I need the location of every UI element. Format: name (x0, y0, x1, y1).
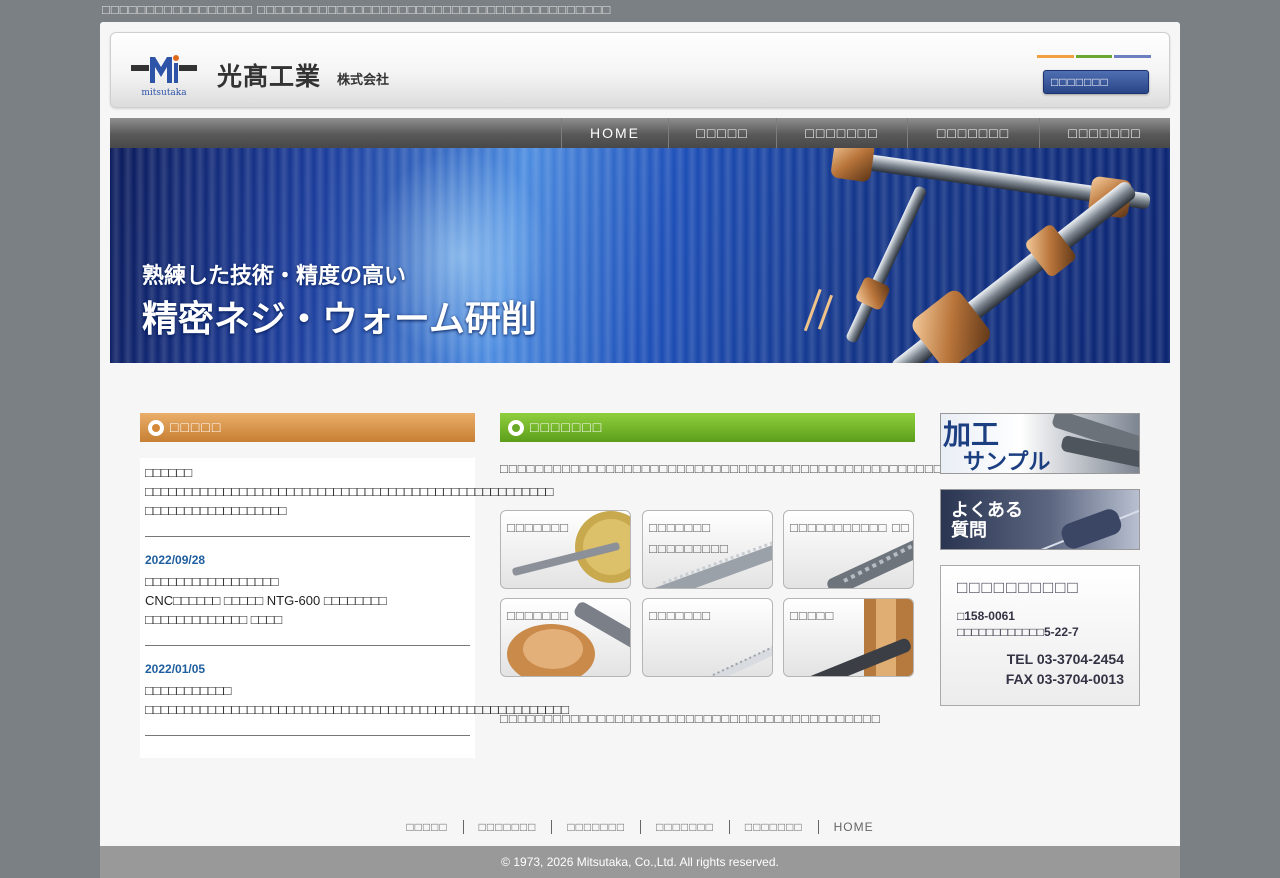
site-header: mitsutaka 光髙工業 株式会社 □□□□□□□ (110, 32, 1170, 108)
footer-nav: □□□□□ □□□□□□□ □□□□□□□ □□□□□□□ □□□□□□□ HOME (100, 820, 1180, 838)
tile-label: □□□□□□□ (507, 520, 569, 535)
faq-banner[interactable]: よくある 質問 (940, 489, 1140, 550)
main-nav: HOME □□□□□ □□□□□□□ □□□□□□□ □□□□□□□ (110, 118, 1170, 148)
sample-banner-text: 加工 (943, 418, 999, 451)
business-heading: □□□□□□□ (500, 413, 915, 442)
service-tile-6[interactable]: □□□□□ (783, 598, 914, 677)
business-heading-label: □□□□□□□ (530, 419, 604, 435)
nav-home[interactable]: HOME (561, 118, 668, 148)
footer-link[interactable]: □□□□□ (391, 820, 462, 834)
news-item[interactable]: 2022/01/05 □□□□□□□□□□□ □□□□□□□□□□□□□□□□□… (145, 660, 570, 736)
faq-banner-text: よくある (951, 500, 1023, 521)
business-bullet-icon (508, 420, 524, 436)
tile-label: □□□□□□□□□□□ □□ (790, 520, 910, 535)
tile-label: □□□□□□□ □□□□□□□□□ (649, 520, 729, 556)
news-item[interactable]: □□□□□□ □□□□□□□□□□□□□□□□□□□□□□□□□□□□□□□□□… (145, 463, 554, 537)
hero-banner: 熟練した技術・精度の高い 精密ネジ・ウォーム研削 (110, 148, 1170, 363)
accent-bar-blue (1114, 55, 1152, 58)
address-zip: □158-0061 (957, 609, 1015, 623)
address-title: □□□□□□□□□□ (957, 578, 1080, 597)
news-item-title: □□□□□□ (145, 465, 193, 480)
contact-button[interactable]: □□□□□□□ (1043, 70, 1149, 94)
business-intro: □□□□□□□□□□□□□□□□□□□□□□□□□□□□□□□□□□□□□□□□… (500, 461, 1085, 476)
address-line: □□□□□□□□□□□□5-22-7 (957, 625, 1079, 639)
news-heading-label: □□□□□ (170, 419, 223, 435)
footer-link[interactable]: □□□□□□□ (728, 820, 818, 834)
faq-banner-text-2: 質問 (951, 519, 987, 541)
sample-banner[interactable]: 加工 サンプル (940, 413, 1140, 474)
nav-item-2[interactable]: □□□□□ (668, 118, 776, 148)
nav-item-5[interactable]: □□□□□□□ (1039, 118, 1170, 148)
nav-item-4[interactable]: □□□□□□□ (907, 118, 1039, 148)
ball-screw-image (803, 148, 1151, 363)
news-heading: □□□□□ (140, 413, 475, 442)
footer-link-home[interactable]: HOME (817, 820, 889, 834)
news-item-date: 2022/01/05 (145, 662, 206, 676)
news-item-title: □□□□□□□□□□□ (145, 683, 232, 698)
company-logo[interactable]: mitsutaka (131, 53, 197, 98)
service-tile-4[interactable]: □□□□□□□ (500, 598, 631, 677)
logo-mark-icon: mitsutaka (131, 55, 197, 98)
page-container: mitsutaka 光髙工業 株式会社 □□□□□□□ HOME □□□□□ □… (100, 22, 1180, 878)
tile-label: □□□□□□□ (507, 608, 569, 623)
business-outro: □□□□□□□□□□□□□□□□□□□□□□□□□□□□□□□□□□□□□□□□… (500, 711, 881, 726)
phone-number[interactable]: TEL 03-3704-2454 (1007, 651, 1124, 667)
tile-label: □□□□□ (790, 608, 835, 623)
sample-banner-text-2: サンプル (963, 450, 1050, 474)
copyright: © 1973, 2026 Mitsutaka, Co.,Ltd. All rig… (100, 846, 1180, 878)
news-item-body: □□□□□□□□□□□□□□□□□□□□□□□□□□□□□□□□□□□□□□□□… (145, 702, 570, 717)
footer-link[interactable]: □□□□□□□ (551, 820, 640, 834)
hero-line-1: 熟練した技術・精度の高い (142, 263, 407, 289)
nav-item-3[interactable]: □□□□□□□ (776, 118, 907, 148)
sample-banner-image: 加工 サンプル (943, 414, 1139, 474)
accent-bar-green (1075, 55, 1113, 58)
service-tile-1[interactable]: □□□□□□□ (500, 510, 631, 589)
service-tile-5[interactable]: □□□□□□□ (642, 598, 773, 677)
footer-link[interactable]: □□□□□□□ (640, 820, 729, 834)
news-item-title: □□□□□□□□□□□□□□□□□ (145, 574, 279, 589)
company-name: 光髙工業 (217, 62, 322, 91)
site-tagline: □□□□□□□□□□□□□□□□□ □□□□□□□□□□□□□□□□□□□□□□… (102, 2, 612, 17)
faq-banner-image: よくある 質問 (951, 500, 1139, 549)
news-item-body: CNC□□□□□□ □□□□□ NTG-600 □□□□□□□□ □□□□□□□… (145, 593, 387, 627)
logo-subtext: mitsutaka (141, 88, 187, 97)
service-tile-2[interactable]: □□□□□□□ □□□□□□□□□ (642, 510, 773, 589)
news-bullet-icon (148, 420, 164, 436)
company-suffix: 株式会社 (337, 73, 390, 88)
news-list: □□□□□□ □□□□□□□□□□□□□□□□□□□□□□□□□□□□□□□□□… (140, 458, 570, 758)
news-item[interactable]: 2022/09/28 □□□□□□□□□□□□□□□□□ CNC□□□□□□ □… (145, 551, 470, 646)
accent-color-bars (1037, 55, 1152, 58)
footer-link[interactable]: □□□□□□□ (462, 820, 552, 834)
hero-line-2: 精密ネジ・ウォーム研削 (142, 298, 537, 340)
accent-bar-orange (1037, 55, 1074, 58)
fax-number: FAX 03-3704-0013 (1005, 671, 1124, 687)
news-item-body: □□□□□□□□□□□□□□□□□□□□□□□□□□□□□□□□□□□□□□□□… (145, 484, 554, 518)
news-item-date: 2022/09/28 (145, 553, 206, 567)
tile-label: □□□□□□□ (649, 608, 711, 623)
company-address-box: □□□□□□□□□□ □158-0061 □□□□□□□□□□□□5-22-7 … (940, 565, 1140, 706)
service-tile-3[interactable]: □□□□□□□□□□□ □□ (783, 510, 914, 589)
